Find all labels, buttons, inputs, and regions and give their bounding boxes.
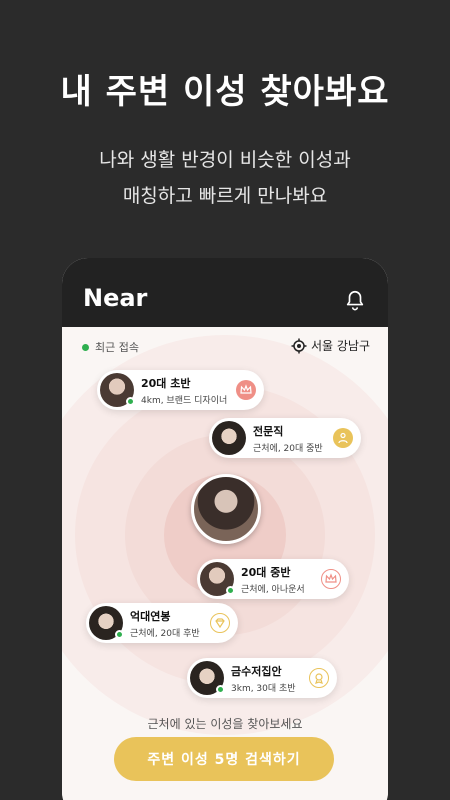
crown-icon [321, 569, 341, 589]
my-profile-avatar [191, 474, 261, 544]
profile-title: 금수저집안 [231, 664, 282, 678]
profile-detail: 근처에, 아나운서 [241, 584, 305, 595]
avatar [190, 661, 225, 695]
avatar [200, 562, 235, 596]
online-indicator [216, 685, 225, 694]
online-indicator [226, 586, 235, 595]
avatar [89, 606, 124, 640]
online-dot [82, 343, 89, 351]
medal-icon [309, 668, 329, 688]
profile-detail: 4km, 브랜드 디자이너 [141, 395, 228, 406]
profile-card[interactable]: 금수저집안 3km, 30대 초반 [187, 658, 337, 698]
profile-title: 20대 초반 [141, 376, 191, 390]
online-indicator [115, 630, 124, 639]
headline: 내 주변 이성 찾아봐요 [60, 72, 390, 112]
profile-detail: 3km, 30대 초반 [231, 683, 296, 694]
profile-card[interactable]: 20대 초반 4km, 브랜드 디자이너 [97, 370, 264, 410]
subheadline: 나와 생활 반경이 비슷한 이성과 매칭하고 빠르게 만나봐요 [0, 142, 450, 214]
avatar [100, 373, 135, 407]
app-title: Near [83, 284, 148, 312]
avatar [212, 421, 246, 455]
subheadline-line-2: 매칭하고 빠르게 만나봐요 [122, 185, 328, 207]
subheadline-line-1: 나와 생활 반경이 비슷한 이성과 [99, 149, 351, 171]
online-indicator [126, 397, 135, 406]
profile-card[interactable]: 20대 중반 근처에, 아나운서 [197, 559, 349, 599]
profile-title: 전문직 [253, 424, 284, 438]
recent-access-label: 최근 접속 [82, 339, 139, 355]
profile-title: 억대연봉 [130, 609, 171, 623]
recent-access-text: 최근 접속 [95, 341, 139, 354]
profile-card[interactable]: 억대연봉 근처에, 20대 후반 [86, 603, 238, 643]
profile-title: 20대 중반 [241, 565, 291, 579]
location-target-icon [291, 338, 307, 353]
location-text: 서울 강남구 [310, 339, 370, 353]
location-selector[interactable]: 서울 강남구 [291, 337, 370, 354]
bell-icon[interactable] [344, 288, 366, 312]
phone-mockup: Near 최근 접속 서울 강남구 20대 초반 4km, 브랜드 디자이너 전… [62, 258, 388, 800]
radar-map: 최근 접속 서울 강남구 20대 초반 4km, 브랜드 디자이너 전문직 근처… [62, 327, 388, 800]
diamond-icon [210, 613, 230, 633]
profile-detail: 근처에, 20대 중반 [253, 443, 323, 454]
search-nearby-button[interactable]: 주변 이성 5명 검색하기 [114, 737, 334, 781]
person-icon [333, 428, 353, 448]
profile-card[interactable]: 전문직 근처에, 20대 중반 [209, 418, 361, 458]
app-header: Near [62, 258, 388, 327]
crown-icon [236, 380, 256, 400]
search-hint: 근처에 있는 이성을 찾아보세요 [147, 717, 303, 731]
profile-detail: 근처에, 20대 후반 [130, 628, 200, 639]
